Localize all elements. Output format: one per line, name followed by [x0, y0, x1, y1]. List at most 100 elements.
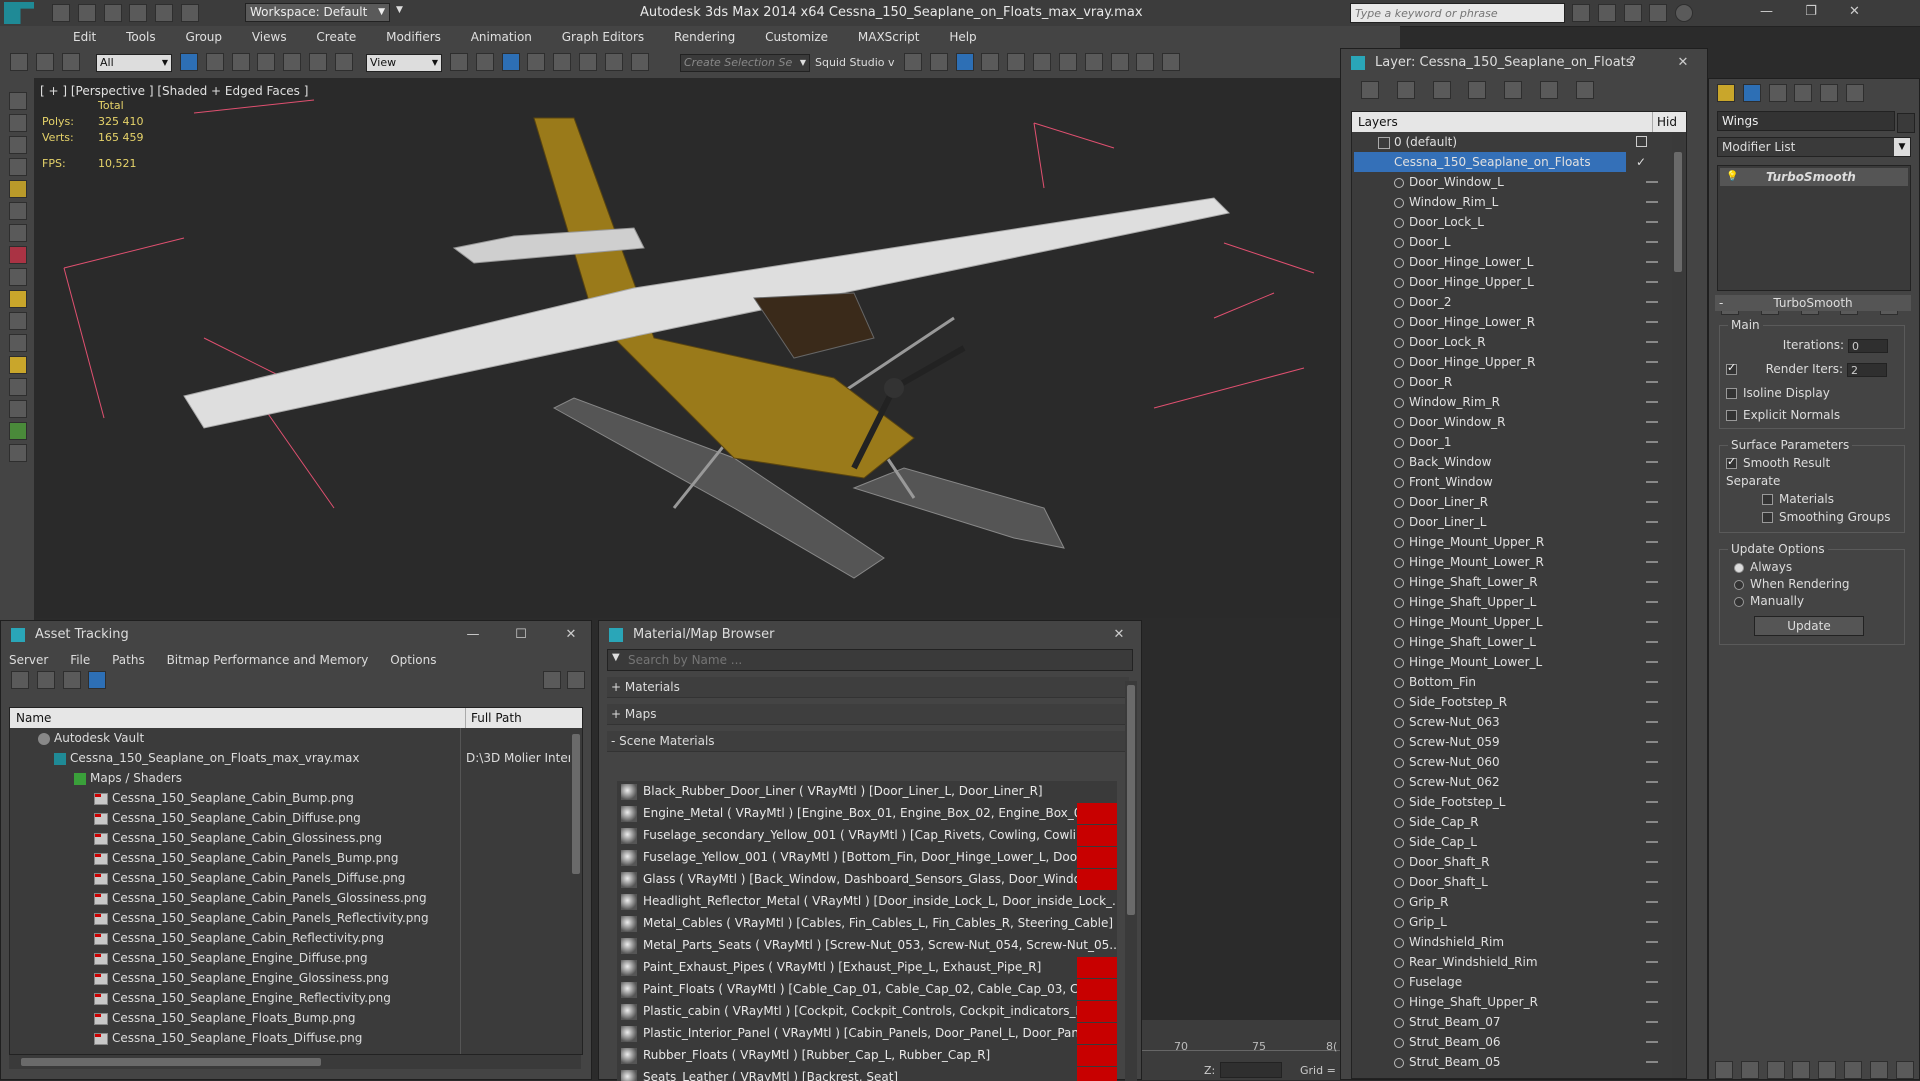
- at-menu-options[interactable]: Options: [390, 653, 436, 667]
- reference-coordinate-dropdown[interactable]: View▼: [366, 54, 442, 72]
- layer-object-row[interactable]: Window_Rim_R: [1352, 392, 1686, 412]
- minimize-icon[interactable]: —: [1760, 4, 1773, 19]
- tree-view-icon[interactable]: [63, 671, 81, 689]
- project-folder-icon[interactable]: [181, 4, 199, 22]
- column-header-layers[interactable]: Layers: [1358, 112, 1398, 132]
- hide-toggle-dash[interactable]: [1646, 281, 1658, 283]
- selection-filter-dropdown[interactable]: All▼: [96, 54, 172, 72]
- zoom-extents-icon[interactable]: [1844, 1061, 1862, 1079]
- layer-object-row[interactable]: Door_Liner_L: [1352, 512, 1686, 532]
- layer-manager-icon[interactable]: [956, 53, 974, 71]
- layer-object-row[interactable]: Door_Hinge_Lower_R: [1352, 312, 1686, 332]
- layer-object-row[interactable]: Door_R: [1352, 372, 1686, 392]
- hide-toggle-box[interactable]: [1636, 136, 1647, 147]
- scale-icon[interactable]: [335, 53, 353, 71]
- graphite-tool-icon-5[interactable]: [9, 180, 27, 198]
- layer-object-row[interactable]: Grip_L: [1352, 912, 1686, 932]
- hide-toggle-dash[interactable]: [1646, 1021, 1658, 1023]
- at-menu-file[interactable]: File: [70, 653, 90, 667]
- hierarchy-tab-icon[interactable]: [1769, 84, 1787, 102]
- graphite-tool-icon-14[interactable]: [9, 378, 27, 396]
- graphite-tool-icon-3[interactable]: [9, 136, 27, 154]
- hide-toggle-dash[interactable]: [1646, 461, 1658, 463]
- layer-object-row[interactable]: Door_L: [1352, 232, 1686, 252]
- graphite-tool-icon-1[interactable]: [9, 92, 27, 110]
- workspace-dropdown[interactable]: Workspace: Default ▼: [245, 3, 390, 22]
- asset-table-vertical-scrollbar[interactable]: [570, 728, 582, 1054]
- hide-toggle-dash[interactable]: [1646, 301, 1658, 303]
- hide-toggle-dash[interactable]: [1646, 341, 1658, 343]
- asset-row-file[interactable]: Cessna_150_Seaplane_Cabin_Panels_Glossin…: [10, 888, 582, 908]
- scene-material-row[interactable]: Plastic_Interior_Panel ( VRayMtl ) [Cabi…: [617, 1023, 1117, 1045]
- layer-object-row[interactable]: Door_2: [1352, 292, 1686, 312]
- named-selection-set-dropdown[interactable]: Create Selection Se▼: [680, 54, 810, 72]
- layer-object-row[interactable]: Window_Rim_L: [1352, 192, 1686, 212]
- field-of-view-icon[interactable]: [1870, 1061, 1888, 1079]
- select-by-name-icon[interactable]: [206, 53, 224, 71]
- graphite-tool-icon-12[interactable]: [9, 334, 27, 352]
- menu-animation[interactable]: Animation: [458, 26, 545, 48]
- display-tab-icon[interactable]: [1820, 84, 1838, 102]
- select-layer-objects-icon[interactable]: [1468, 81, 1486, 99]
- list-view-icon[interactable]: [37, 671, 55, 689]
- graphite-tool-icon-6[interactable]: [9, 202, 27, 220]
- align-icon[interactable]: [930, 53, 948, 71]
- scene-material-row[interactable]: Fuselage_secondary_Yellow_001 ( VRayMtl …: [617, 825, 1117, 847]
- layer-object-row[interactable]: Hinge_Mount_Lower_R: [1352, 552, 1686, 572]
- modifier-stack-item[interactable]: 💡 TurboSmooth: [1720, 168, 1908, 186]
- scene-material-row[interactable]: Glass ( VRayMtl ) [Back_Window, Dashboar…: [617, 869, 1117, 891]
- delete-layer-icon[interactable]: [1397, 81, 1415, 99]
- render-iters-checkbox[interactable]: [1726, 364, 1737, 375]
- section-maps[interactable]: + Maps: [607, 704, 1129, 725]
- at-menu-paths[interactable]: Paths: [112, 653, 145, 667]
- hide-toggle-dash[interactable]: [1646, 441, 1658, 443]
- asset-row-file[interactable]: Cessna_150_Seaplane_Engine_Glossiness.pn…: [10, 968, 582, 988]
- curve-editor-icon[interactable]: [1007, 53, 1025, 71]
- hide-toggle-dash[interactable]: [1646, 641, 1658, 643]
- asset-row-file[interactable]: Cessna_150_Seaplane_Engine_Diffuse.png: [10, 948, 582, 968]
- lightbulb-icon[interactable]: 💡: [1726, 168, 1738, 186]
- scene-material-row[interactable]: Metal_Parts_Seats ( VRayMtl ) [Screw-Nut…: [617, 935, 1117, 957]
- hide-toggle-dash[interactable]: [1646, 601, 1658, 603]
- menu-tools[interactable]: Tools: [113, 26, 169, 48]
- next-frame-icon[interactable]: [1767, 1061, 1785, 1079]
- select-manipulate-icon[interactable]: [476, 53, 494, 71]
- explicit-normals-checkbox[interactable]: [1726, 410, 1737, 421]
- search-box[interactable]: [1350, 3, 1565, 23]
- scene-material-row[interactable]: Paint_Exhaust_Pipes ( VRayMtl ) [Exhaust…: [617, 957, 1117, 979]
- menu-maxscript[interactable]: MAXScript: [845, 26, 933, 48]
- hide-toggle-dash[interactable]: [1646, 401, 1658, 403]
- layer-object-row[interactable]: Fuselage: [1352, 972, 1686, 992]
- window-crossing-icon[interactable]: [257, 53, 275, 71]
- asset-row-file[interactable]: Cessna_150_Seaplane_Cabin_Panels_Diffuse…: [10, 868, 582, 888]
- layer-object-row[interactable]: Door_1: [1352, 432, 1686, 452]
- section-scene-materials[interactable]: - Scene Materials: [607, 731, 1129, 752]
- hide-toggle-dash[interactable]: [1646, 481, 1658, 483]
- graphite-ribbon-icon[interactable]: [981, 53, 999, 71]
- render-production-icon[interactable]: [1136, 53, 1154, 71]
- layer-object-row[interactable]: Hinge_Mount_Lower_L: [1352, 652, 1686, 672]
- layer-object-row[interactable]: Side_Footstep_R: [1352, 692, 1686, 712]
- hide-toggle-dash[interactable]: [1646, 761, 1658, 763]
- update-manually-radio[interactable]: [1734, 597, 1744, 607]
- layer-object-row[interactable]: Door_Hinge_Upper_L: [1352, 272, 1686, 292]
- hide-toggle-dash[interactable]: [1646, 801, 1658, 803]
- layer-object-row[interactable]: Door_Shaft_L: [1352, 872, 1686, 892]
- graphite-tool-icon-4[interactable]: [9, 158, 27, 176]
- hide-toggle-dash[interactable]: [1646, 381, 1658, 383]
- layer-object-row[interactable]: Hinge_Mount_Upper_L: [1352, 612, 1686, 632]
- layer-object-row[interactable]: Screw-Nut_063: [1352, 712, 1686, 732]
- user-icon[interactable]: [1624, 4, 1642, 22]
- hide-toggle-dash[interactable]: [1646, 741, 1658, 743]
- new-file-icon[interactable]: [52, 4, 70, 22]
- edit-named-selection-icon[interactable]: [631, 53, 649, 71]
- layer-object-row[interactable]: Side_Cap_R: [1352, 812, 1686, 832]
- close-icon[interactable]: ✕: [1849, 4, 1860, 19]
- create-tab-icon[interactable]: [1717, 84, 1735, 102]
- utilities-tab-icon[interactable]: [1846, 84, 1864, 102]
- hide-toggle-dash[interactable]: [1646, 661, 1658, 663]
- menu-rendering[interactable]: Rendering: [661, 26, 748, 48]
- smooth-result-checkbox[interactable]: [1726, 458, 1737, 469]
- asset-row-file[interactable]: Cessna_150_Seaplane_Cabin_Diffuse.png: [10, 808, 582, 828]
- menu-create[interactable]: Create: [303, 26, 369, 48]
